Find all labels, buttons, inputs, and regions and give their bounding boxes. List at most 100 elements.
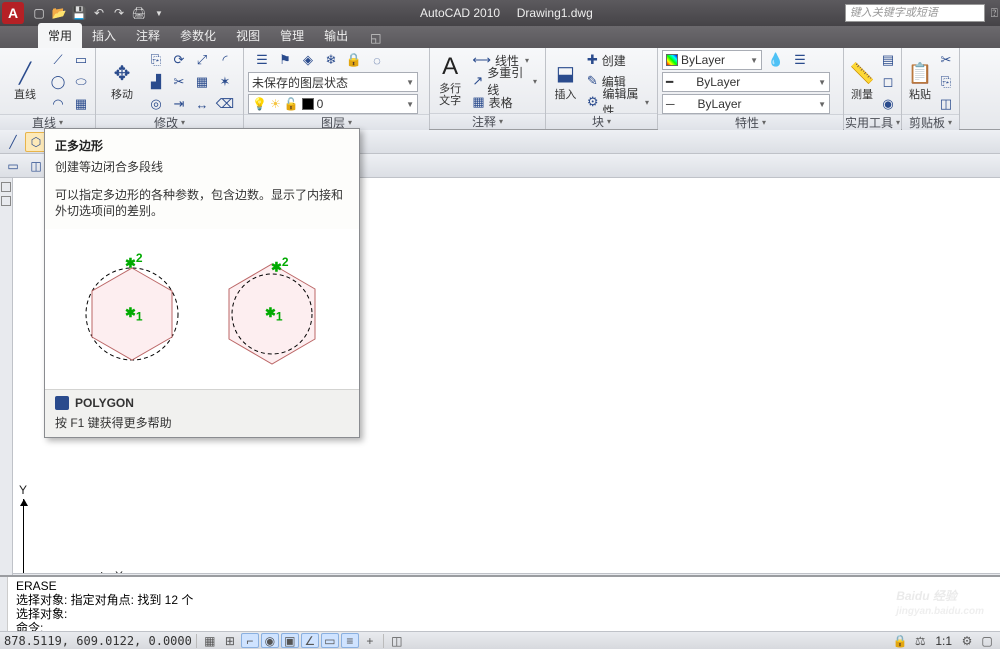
panel-properties: ByLayer▼ 💧 ☰ ━ByLayer▼ ─ByLayer▼ 特性▾ <box>658 48 844 129</box>
cut-icon[interactable]: ✂ <box>936 50 956 70</box>
qat-new-icon[interactable]: ▢ <box>30 4 48 22</box>
select-icon[interactable]: ◻ <box>878 72 898 92</box>
status-lwt-icon[interactable]: ≡ <box>341 633 359 648</box>
tab-manage[interactable]: 管理 <box>270 23 314 48</box>
dock-item[interactable] <box>1 196 11 206</box>
status-ws-icon[interactable]: ⚙ <box>958 633 976 648</box>
dock-item[interactable] <box>1 182 11 192</box>
panel-clip-label[interactable]: 剪贴板▾ <box>902 114 959 130</box>
paste-button[interactable]: 📋 粘贴 <box>906 50 934 110</box>
layer-lock-icon[interactable]: 🔒 <box>344 50 364 70</box>
qselect-icon[interactable]: ◉ <box>878 94 898 114</box>
line-button[interactable]: ╱ 直线 <box>4 50 46 110</box>
lineweight-combo[interactable]: ━ByLayer▼ <box>662 72 830 92</box>
panel-util-label[interactable]: 实用工具▾ <box>844 114 901 130</box>
match-icon[interactable]: ◫ <box>936 94 956 114</box>
text-icon: A <box>436 53 464 81</box>
tab-annotate[interactable]: 注释 <box>126 23 170 48</box>
qat-open-icon[interactable]: 📂 <box>50 4 68 22</box>
extra-icon[interactable]: ◱ <box>370 31 381 45</box>
ellipse-icon[interactable]: ⬭ <box>71 72 91 92</box>
tab-parametric[interactable]: 参数化 <box>170 23 226 48</box>
attr-icon: ⚙ <box>587 94 599 110</box>
status-osnap-icon[interactable]: ▣ <box>281 633 299 648</box>
stretch-icon[interactable]: ↔ <box>192 94 212 114</box>
offset-icon[interactable]: ◎ <box>146 94 166 114</box>
panel-props-label[interactable]: 特性▾ <box>658 114 843 130</box>
status-snap-icon[interactable]: ▦ <box>201 633 219 648</box>
measure-button[interactable]: 📏 测量 <box>848 50 876 110</box>
layer-props-icon[interactable]: ☰ <box>252 50 272 70</box>
calc-icon[interactable]: ▤ <box>878 50 898 70</box>
ribbon: ╱ 直线 ⟋ ◯ ◠ ▭ ⬭ ▦ 直线▾ ✥ 移动 ⎘ ▟ ◎ <box>0 48 1000 130</box>
tab-view[interactable]: 视图 <box>226 23 270 48</box>
rect-icon[interactable]: ▭ <box>71 50 91 70</box>
panel-annot-label[interactable]: 注释▾ <box>430 113 545 129</box>
panel-modify: ✥ 移动 ⎘ ▟ ◎ ⟳ ✂ ⇥ ⤢ ▦ ↔ ◜ ✶ ⌫ 修改▾ <box>96 48 244 129</box>
mtext-button[interactable]: A 多行 文字 <box>434 50 466 110</box>
status-scale-icon[interactable]: ⚖ <box>911 633 929 648</box>
qat-dropdown-icon[interactable]: ▼ <box>150 4 168 22</box>
block-create-button[interactable]: ✚创建 <box>583 50 653 70</box>
status-clean-icon[interactable]: ▢ <box>978 633 996 648</box>
rotate-icon[interactable]: ⟳ <box>169 50 189 70</box>
status-otrack-icon[interactable]: ∠ <box>301 633 319 648</box>
list-icon[interactable]: ☰ <box>790 50 810 70</box>
color-combo[interactable]: ByLayer▼ <box>662 50 762 70</box>
block-attr-button[interactable]: ⚙编辑属性▾ <box>583 92 653 112</box>
match-props-icon[interactable]: 💧 <box>766 50 786 70</box>
copy-icon[interactable]: ⎘ <box>146 50 166 70</box>
circle-icon[interactable]: ◯ <box>48 72 68 92</box>
status-scale-text[interactable]: 1:1 <box>935 634 952 648</box>
sub-line-icon[interactable]: ╱ <box>2 132 24 152</box>
status-polar-icon[interactable]: ◉ <box>261 633 279 648</box>
sun-icon: ☀ <box>270 97 281 111</box>
ucs-y-label: Y <box>19 483 27 497</box>
extend-icon[interactable]: ⇥ <box>169 94 189 114</box>
panel-annotation: A 多行 文字 ⟷线性▾ ↗多重引线▾ ▦表格 注释▾ <box>430 48 546 129</box>
tab-output[interactable]: 输出 <box>314 23 358 48</box>
command-window[interactable]: ERASE 选择对象: 指定对角点: 找到 12 个 选择对象: 命令: <box>0 575 1000 631</box>
sub-rect2-icon[interactable]: ▭ <box>2 156 24 176</box>
layer-state-icon[interactable]: ⚑ <box>275 50 295 70</box>
arc-icon[interactable]: ◠ <box>48 94 68 114</box>
explode-icon[interactable]: ✶ <box>215 72 235 92</box>
status-ann-icon[interactable]: 🔒 <box>891 633 909 648</box>
mleader-button[interactable]: ↗多重引线▾ <box>468 71 541 91</box>
copy-clip-icon[interactable]: ⎘ <box>936 72 956 92</box>
layer-state-combo[interactable]: 未保存的图层状态▼ <box>248 72 418 92</box>
cmd-handle[interactable] <box>0 577 8 631</box>
status-grid-icon[interactable]: ⊞ <box>221 633 239 648</box>
pline-icon[interactable]: ⟋ <box>48 50 68 70</box>
array-icon[interactable]: ▦ <box>192 72 212 92</box>
search-input[interactable]: 键入关键字或短语 <box>845 4 985 22</box>
qat-plot-icon[interactable]: 🖨 <box>130 4 148 22</box>
mirror-icon[interactable]: ▟ <box>146 72 166 92</box>
layer-current-combo[interactable]: 💡 ☀ 🔓 0 ▼ <box>248 94 418 114</box>
insert-button[interactable]: ⬓ 插入 <box>550 50 581 110</box>
status-dyn-icon[interactable]: ▭ <box>321 633 339 648</box>
layer-off-icon[interactable]: ◌ <box>367 50 387 70</box>
move-button[interactable]: ✥ 移动 <box>100 50 144 110</box>
panel-block-label[interactable]: 块▾ <box>546 113 657 129</box>
qat-save-icon[interactable]: 💾 <box>70 4 88 22</box>
help-icon[interactable]: ⍰ <box>991 6 998 21</box>
erase-icon[interactable]: ⌫ <box>215 94 235 114</box>
qat-undo-icon[interactable]: ↶ <box>90 4 108 22</box>
table-button[interactable]: ▦表格 <box>468 92 541 112</box>
scale-icon[interactable]: ⤢ <box>192 50 212 70</box>
hatch-icon[interactable]: ▦ <box>71 94 91 114</box>
fillet-icon[interactable]: ◜ <box>215 50 235 70</box>
tab-insert[interactable]: 插入 <box>82 23 126 48</box>
status-ortho-icon[interactable]: ⌐ <box>241 633 259 648</box>
status-model-icon[interactable]: ◫ <box>388 633 406 648</box>
tab-home[interactable]: 常用 <box>38 23 82 48</box>
layer-freeze-icon[interactable]: ❄ <box>321 50 341 70</box>
status-qp-icon[interactable]: + <box>361 633 379 648</box>
app-logo[interactable]: A <box>2 2 24 24</box>
tooltip-subtitle: 创建等边闭合多段线 <box>45 156 359 183</box>
layer-iso-icon[interactable]: ◈ <box>298 50 318 70</box>
qat-redo-icon[interactable]: ↷ <box>110 4 128 22</box>
trim-icon[interactable]: ✂ <box>169 72 189 92</box>
linetype-combo[interactable]: ─ByLayer▼ <box>662 94 830 114</box>
